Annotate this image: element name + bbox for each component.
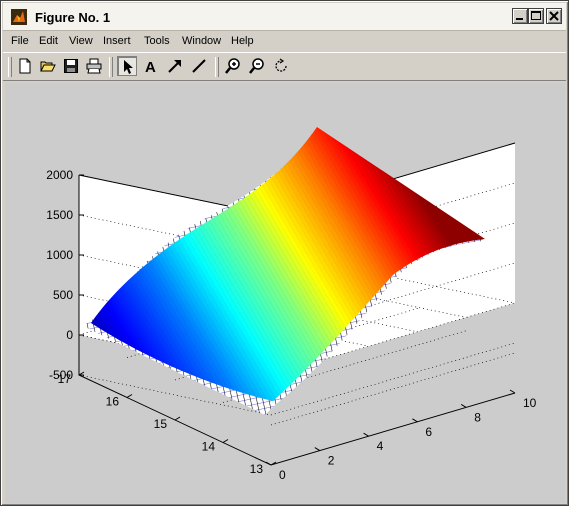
rotate-3d-button[interactable] bbox=[271, 56, 291, 76]
y-tick-label: 16 bbox=[106, 395, 120, 409]
print-icon bbox=[86, 58, 102, 74]
figure-toolbar: A bbox=[3, 52, 566, 81]
menu-file[interactable]: File bbox=[11, 35, 29, 47]
window-title: Figure No. 1 bbox=[35, 10, 111, 25]
insert-arrow-icon bbox=[168, 60, 181, 73]
new-figure-icon bbox=[19, 58, 31, 74]
insert-line-icon bbox=[192, 59, 206, 73]
matlab-logo-icon bbox=[11, 9, 27, 25]
y-tick-label: 13 bbox=[250, 462, 264, 476]
open-file-icon bbox=[40, 61, 56, 72]
title-bar[interactable]: Figure No. 1 bbox=[3, 3, 566, 31]
print-button[interactable] bbox=[84, 56, 104, 76]
minimize-icon bbox=[516, 18, 523, 20]
minimize-button[interactable] bbox=[512, 8, 528, 24]
toolbar-grip[interactable] bbox=[8, 57, 12, 77]
menu-tools[interactable]: Tools bbox=[144, 35, 170, 47]
x-tick-label: 8 bbox=[474, 410, 481, 424]
insert-text-button[interactable]: A bbox=[141, 56, 161, 76]
menu-view[interactable]: View bbox=[69, 35, 93, 47]
x-tick-mark bbox=[363, 432, 369, 437]
y-tick-label: 15 bbox=[154, 417, 168, 431]
insert-arrow-button[interactable] bbox=[165, 56, 185, 76]
figure-window: Figure No. 1 File Edit View Insert Tools… bbox=[0, 0, 569, 506]
z-tick-label: 0 bbox=[66, 328, 73, 342]
toolbar-separator bbox=[215, 57, 219, 77]
toolbar-separator bbox=[109, 57, 113, 77]
y-tick-label: 14 bbox=[202, 440, 216, 454]
x-tick-label: 2 bbox=[328, 454, 335, 468]
menu-window[interactable]: Window bbox=[182, 35, 221, 47]
new-figure-button[interactable] bbox=[15, 56, 35, 76]
surface-plot[interactable]: -50005001000150020001716151413 0246810 bbox=[5, 83, 565, 503]
x-tick-mark bbox=[314, 447, 321, 452]
menu-bar: File Edit View Insert Tools Window Help bbox=[3, 32, 566, 52]
rotate-3d-icon bbox=[275, 58, 287, 72]
y-tick-mark bbox=[174, 416, 181, 421]
menu-help[interactable]: Help bbox=[231, 35, 254, 47]
z-tick-label: 1500 bbox=[46, 208, 73, 222]
maximize-button[interactable] bbox=[528, 8, 544, 24]
y-tick-mark bbox=[126, 394, 133, 398]
close-button[interactable] bbox=[546, 8, 562, 24]
menu-edit[interactable]: Edit bbox=[39, 35, 58, 47]
zoom-in-icon bbox=[225, 58, 240, 74]
x-tick-label: 4 bbox=[377, 439, 384, 453]
z-tick-label: 500 bbox=[53, 288, 73, 302]
save-button[interactable] bbox=[61, 56, 81, 76]
zoom-in-button[interactable] bbox=[223, 56, 243, 76]
z-tick-label: 2000 bbox=[46, 168, 73, 182]
edit-plot-button[interactable] bbox=[117, 56, 137, 76]
menu-insert[interactable]: Insert bbox=[103, 35, 131, 47]
open-file-button[interactable] bbox=[38, 56, 58, 76]
close-icon bbox=[549, 11, 559, 21]
y-tick-mark bbox=[222, 439, 229, 443]
insert-line-button[interactable] bbox=[189, 56, 209, 76]
svg-text:A: A bbox=[145, 59, 156, 74]
x-tick-mark bbox=[509, 389, 516, 394]
x-tick-label: 10 bbox=[523, 396, 537, 410]
x-tick-mark bbox=[460, 403, 467, 408]
zoom-out-icon bbox=[249, 58, 264, 74]
x-tick-label: 0 bbox=[279, 468, 286, 482]
maximize-icon bbox=[531, 11, 541, 20]
zoom-out-button[interactable] bbox=[247, 56, 267, 76]
insert-text-icon: A bbox=[145, 59, 156, 74]
y-tick-label: 17 bbox=[58, 372, 72, 386]
x-tick-mark bbox=[412, 418, 418, 423]
x-tick-label: 6 bbox=[425, 425, 432, 439]
z-tick-label: 1000 bbox=[46, 248, 73, 262]
save-icon bbox=[64, 59, 78, 73]
edit-plot-arrow-icon bbox=[124, 60, 133, 74]
figure-canvas[interactable]: -500 0 500 1000 1500 2000 17 16 15 14 13 0 2 4 6 8 10 bbox=[5, 83, 565, 503]
